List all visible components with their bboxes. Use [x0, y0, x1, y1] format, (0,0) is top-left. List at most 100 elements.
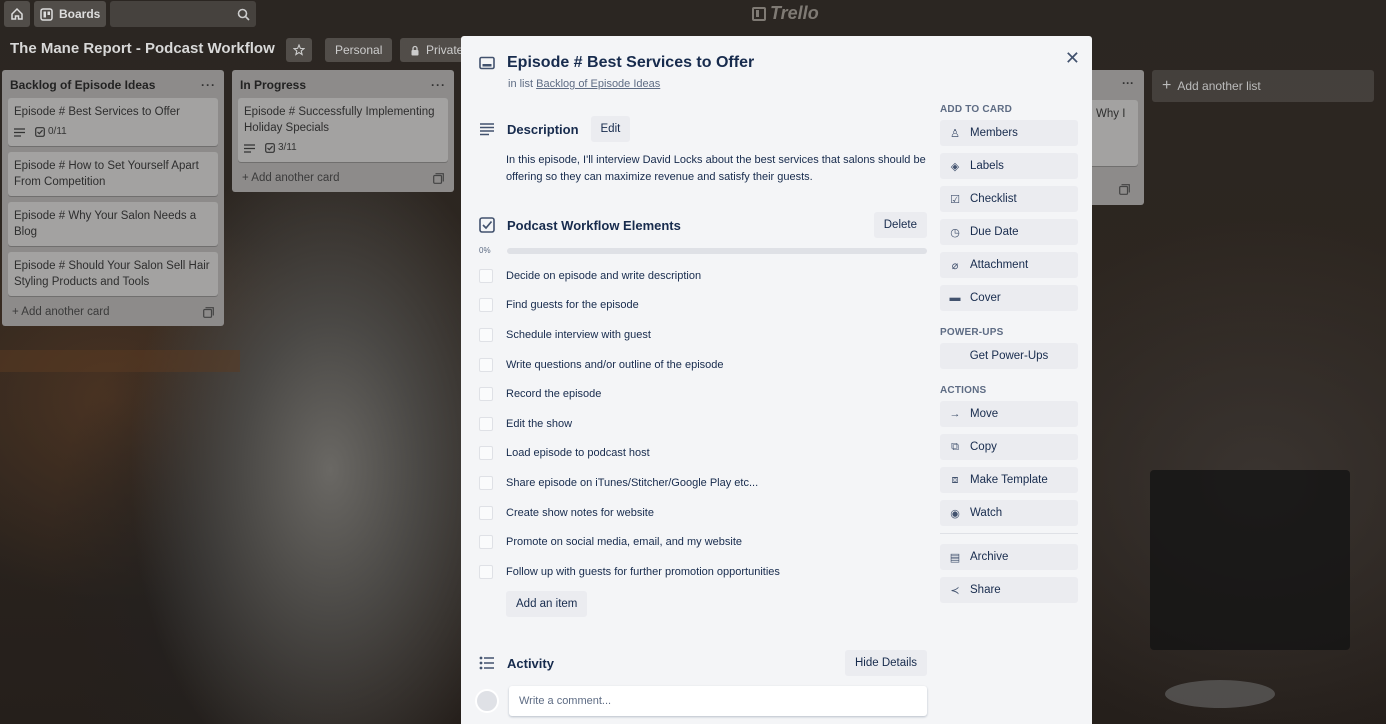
checklist-checkbox[interactable]: [479, 475, 493, 490]
move-button[interactable]: → Move: [940, 401, 1078, 427]
delete-checklist-button[interactable]: Delete: [873, 212, 927, 238]
make-template-button[interactable]: ⧈ Make Template: [940, 467, 1078, 493]
checklist-checkbox[interactable]: [479, 357, 493, 372]
checklist-item-text[interactable]: Promote on social media, email, and my w…: [506, 536, 742, 548]
checklist-item-text[interactable]: Find guests for the episode: [506, 299, 639, 311]
copy-button[interactable]: ⧉ Copy: [940, 434, 1078, 460]
add-list-button[interactable]: + Add another list: [1152, 70, 1374, 102]
checklist-item: Create show notes for website: [479, 498, 927, 528]
list-menu-icon[interactable]: ···: [431, 78, 446, 92]
list-menu-icon[interactable]: ···: [1122, 76, 1134, 90]
members-label: Members: [970, 127, 1018, 139]
card-template-icon[interactable]: [203, 306, 214, 318]
share-button[interactable]: ≺ Share: [940, 577, 1078, 603]
list-card[interactable]: Episode # Why Your Salon Needs a Blog: [8, 202, 218, 246]
search-input[interactable]: [110, 1, 257, 27]
add-card-button[interactable]: + Add another card: [12, 306, 110, 318]
boards-icon: [40, 7, 53, 21]
get-power-ups-button[interactable]: Get Power-Ups: [940, 343, 1078, 369]
checklist-item-text[interactable]: Record the episode: [506, 388, 601, 400]
make-template-label: Make Template: [970, 474, 1048, 486]
checklist-item-text[interactable]: Create show notes for website: [506, 507, 654, 519]
checklist-item-text[interactable]: Schedule interview with guest: [506, 329, 651, 341]
checklist-item-text[interactable]: Share episode on iTunes/Stitcher/Google …: [506, 477, 758, 489]
hide-details-button[interactable]: Hide Details: [845, 650, 927, 676]
card-title[interactable]: Episode # Best Services to Offer: [507, 54, 754, 72]
list-title[interactable]: Backlog of Episode Ideas: [10, 78, 155, 92]
add-checklist-item-button[interactable]: Add an item: [506, 591, 588, 617]
list-footer: + Add another card: [8, 302, 218, 322]
boards-button[interactable]: Boards: [34, 1, 107, 27]
checklist-item-text[interactable]: Load episode to podcast host: [506, 447, 650, 459]
list-header: In Progress ···: [238, 76, 448, 98]
list-card[interactable]: Episode # Best Services to Offer 0/11: [8, 98, 218, 146]
cover-label: Cover: [970, 292, 1001, 304]
checklist-checkbox[interactable]: [479, 416, 493, 431]
list-card[interactable]: Episode # How to Set Yourself Apart From…: [8, 152, 218, 196]
checklist-item-text[interactable]: Decide on episode and write description: [506, 270, 701, 282]
checklist-button[interactable]: ☑ Checklist: [940, 186, 1078, 212]
checklist-checkbox[interactable]: [479, 535, 493, 550]
checklist-count: 3/11: [278, 142, 297, 153]
trello-logo[interactable]: Trello: [752, 3, 819, 24]
checklist-item: Share episode on iTunes/Stitcher/Google …: [479, 468, 927, 498]
close-icon[interactable]: ✕: [1065, 48, 1080, 69]
list-link[interactable]: Backlog of Episode Ideas: [536, 78, 660, 90]
list-card[interactable]: Episode # Should Your Salon Sell Hair St…: [8, 252, 218, 296]
checklist-item-text[interactable]: Follow up with guests for further promot…: [506, 566, 780, 578]
eye-icon: ◉: [950, 507, 960, 520]
checklist-checkbox[interactable]: [479, 268, 493, 283]
checklist-checkbox[interactable]: [479, 327, 493, 342]
list-card[interactable]: Episode # Successfully Implementing Holi…: [238, 98, 448, 162]
checkbox-icon: ☑: [950, 193, 960, 206]
list-card[interactable]: Why I: [1092, 100, 1138, 166]
comment-row: Write a comment...: [475, 686, 927, 716]
description-icon: [14, 127, 25, 137]
checklist-count: 0/11: [48, 126, 67, 137]
card-badges: 3/11: [244, 140, 442, 156]
card-title: Why I: [1096, 108, 1126, 120]
copy-icon: ⧉: [951, 440, 959, 453]
card-template-icon[interactable]: [1119, 184, 1130, 195]
card-title: Episode # Should Your Salon Sell Hair St…: [14, 260, 210, 288]
due-date-button[interactable]: ◷ Due Date: [940, 219, 1078, 245]
lock-icon: [411, 45, 419, 55]
checklist-checkbox[interactable]: [479, 298, 493, 313]
list-footer: + Add another card: [238, 168, 448, 188]
sidebar-divider: [940, 533, 1078, 534]
comment-input[interactable]: Write a comment...: [509, 686, 927, 716]
edit-description-button[interactable]: Edit: [590, 116, 631, 142]
team-visibility-button[interactable]: Personal: [325, 38, 393, 62]
list-menu-icon[interactable]: ···: [201, 78, 216, 92]
card-title: Episode # How to Set Yourself Apart From…: [14, 160, 199, 188]
progress-bar: [507, 247, 927, 254]
checklist-item-text[interactable]: Edit the show: [506, 418, 572, 430]
add-card-button[interactable]: + Add another card: [242, 172, 340, 184]
labels-button[interactable]: ◈ Labels: [940, 153, 1078, 179]
checklist-item-text[interactable]: Write questions and/or outline of the ep…: [506, 359, 724, 371]
star-board-button[interactable]: [286, 38, 312, 62]
checklist-checkbox[interactable]: [479, 564, 493, 579]
cover-button[interactable]: ▬ Cover: [940, 285, 1078, 311]
description-heading: Description: [507, 121, 579, 137]
add-card-label: Add another card: [21, 306, 110, 318]
archive-button[interactable]: ▤ Archive: [940, 544, 1078, 570]
trello-logo-icon: [752, 6, 766, 21]
card-template-icon[interactable]: [433, 172, 444, 184]
board-title[interactable]: The Mane Report - Podcast Workflow: [10, 40, 275, 57]
checklist-checkbox[interactable]: [479, 387, 493, 402]
home-button[interactable]: [4, 1, 30, 27]
checklist-item: Record the episode: [479, 379, 927, 409]
members-button[interactable]: ♙ Members: [940, 120, 1078, 146]
paperclip-icon: ⌀: [951, 259, 959, 272]
checklist-checkbox[interactable]: [479, 446, 493, 461]
list-title[interactable]: In Progress: [240, 78, 306, 92]
avatar[interactable]: [475, 689, 499, 713]
top-header: Boards Trello: [0, 0, 1386, 28]
checklist-checkbox[interactable]: [479, 505, 493, 520]
attachment-button[interactable]: ⌀ Attachment: [940, 252, 1078, 278]
checklist-title[interactable]: Podcast Workflow Elements: [507, 218, 681, 233]
watch-button[interactable]: ◉ Watch: [940, 500, 1078, 526]
description-text[interactable]: In this episode, I'll interview David Lo…: [506, 152, 928, 186]
card-title-row: Episode # Best Services to Offer: [479, 54, 754, 72]
